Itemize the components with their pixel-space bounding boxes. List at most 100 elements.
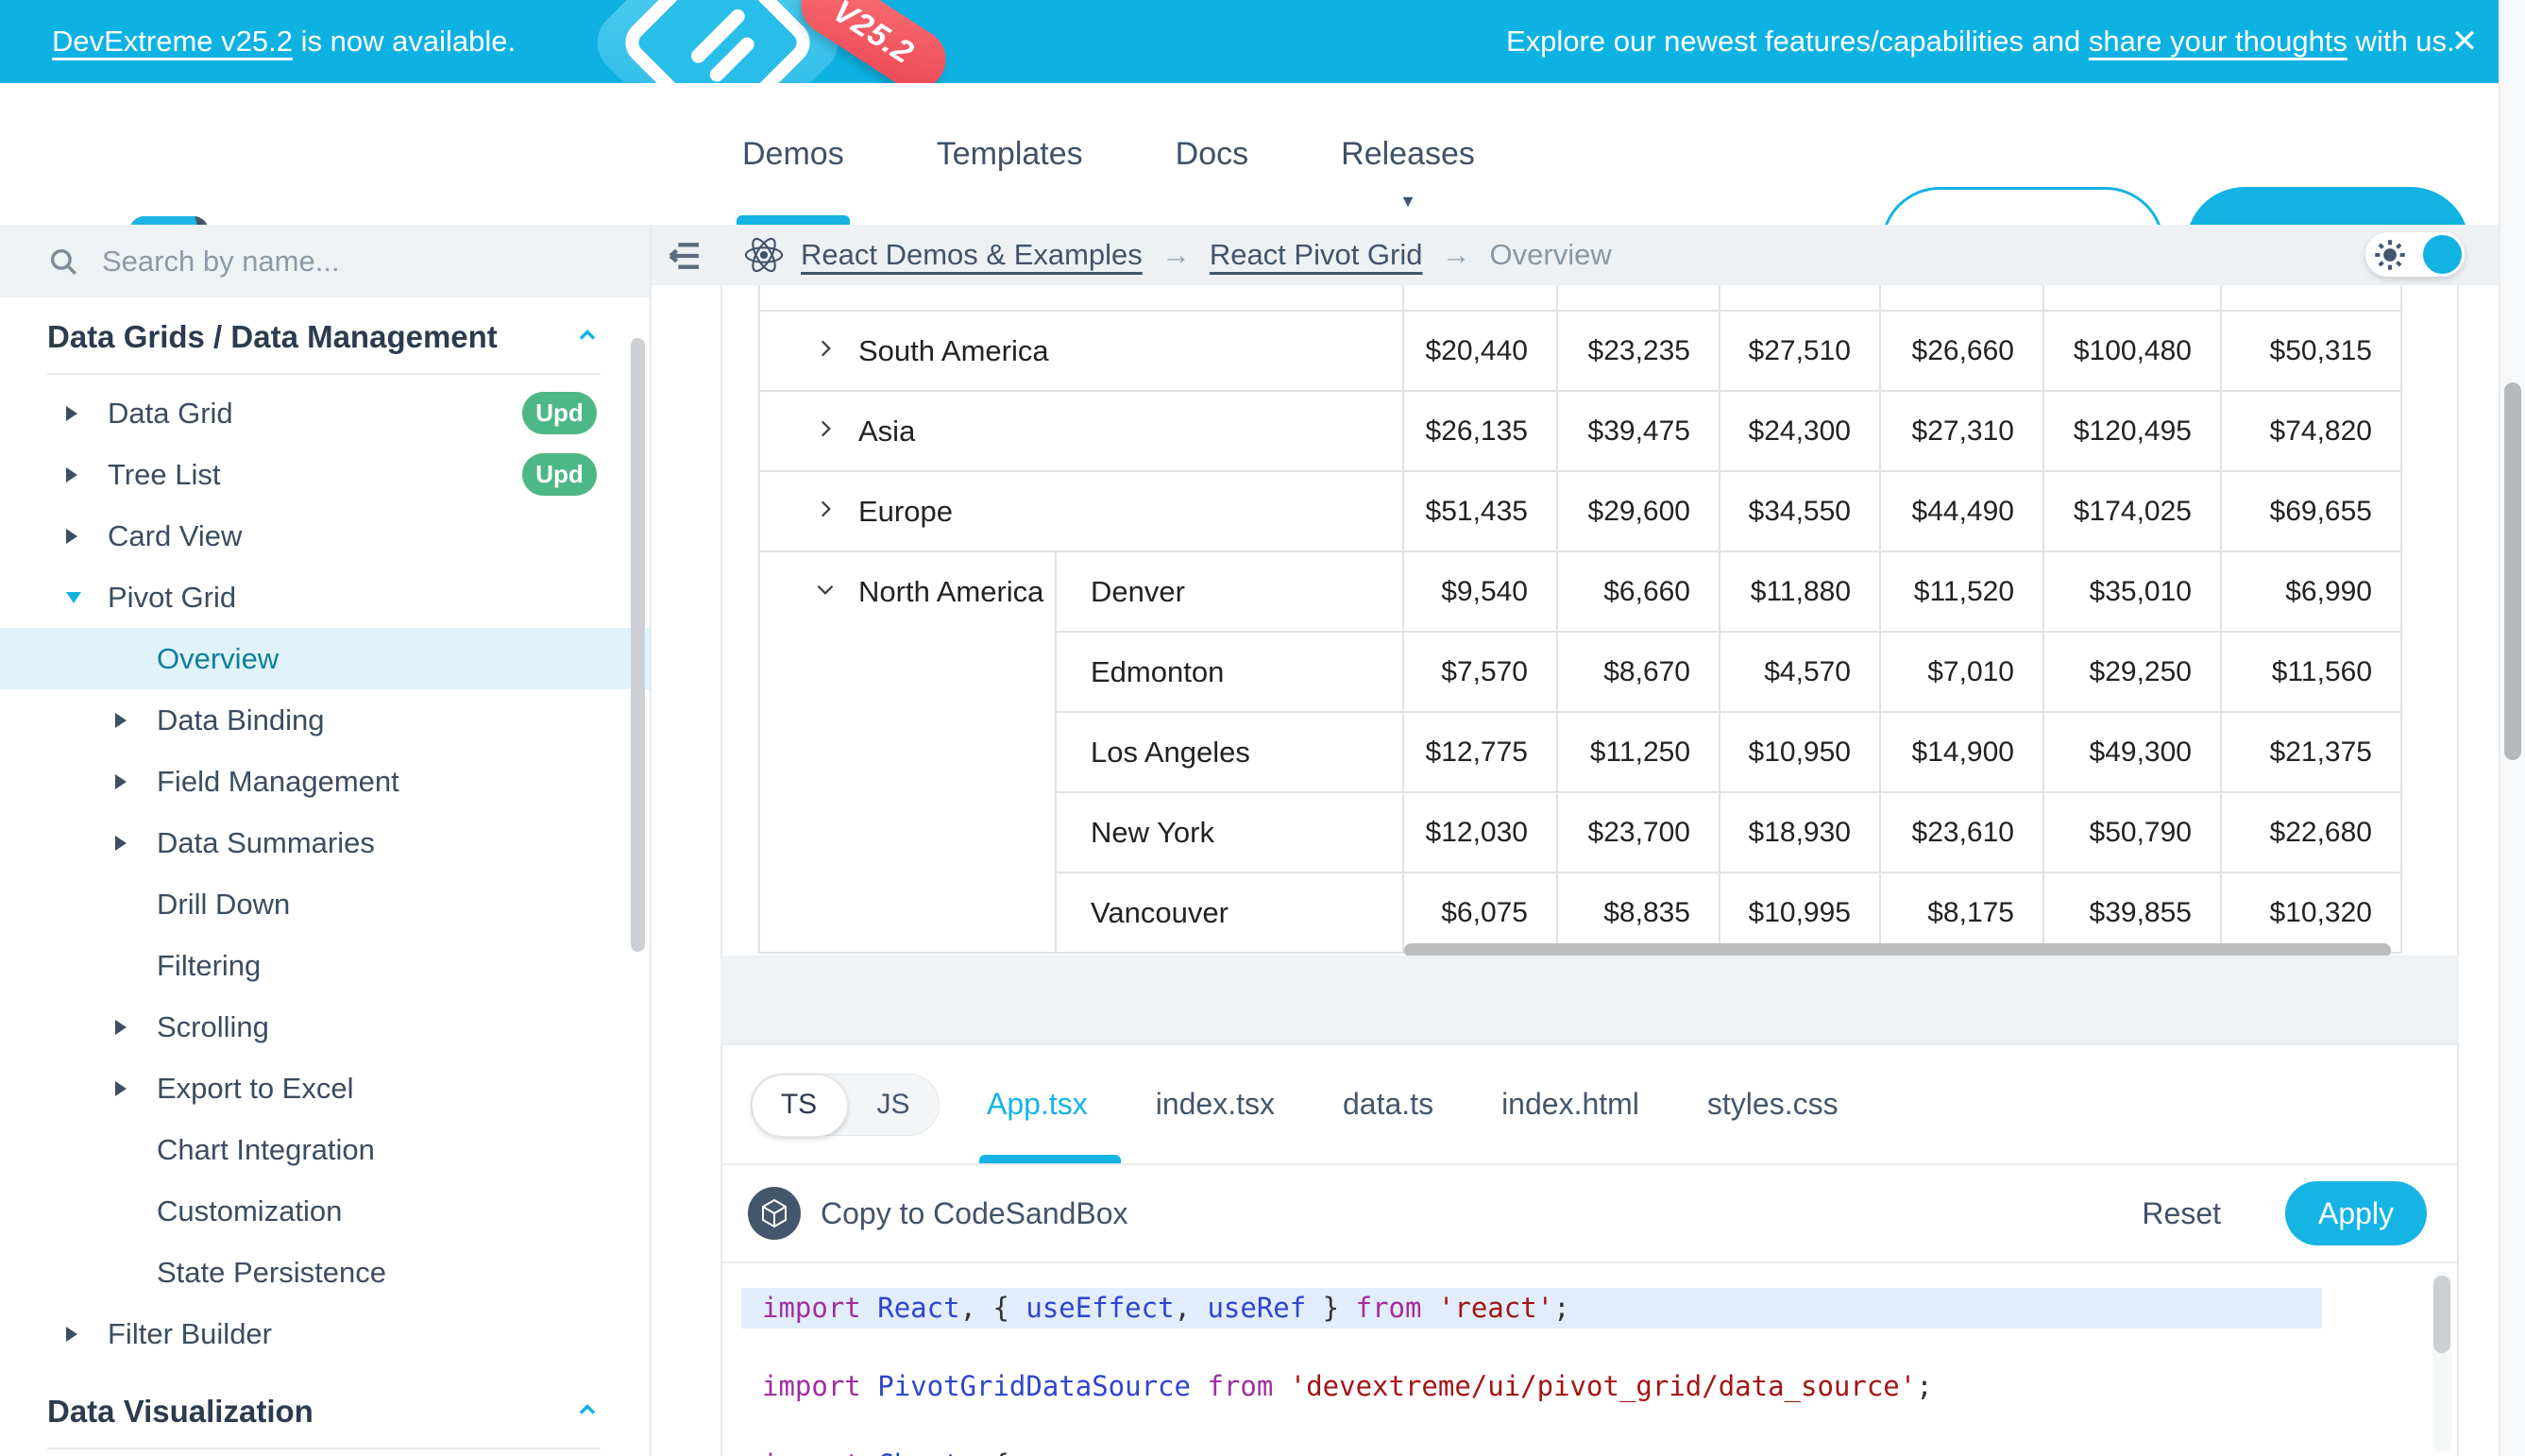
pivot-value-cell: $4,570: [1720, 632, 1880, 712]
code-editor[interactable]: import React, { useEffect, useRef } from…: [722, 1263, 2457, 1456]
pivot-value-cell: $26,135: [1403, 391, 1557, 471]
pivot-value-cell: $29,250: [2043, 632, 2221, 712]
pivot-value-cell: $35,010: [2043, 551, 2221, 632]
copy-to-codesandbox-button[interactable]: Copy to CodeSandBox: [821, 1165, 1128, 1261]
nav-item-demos[interactable]: Demos: [737, 83, 850, 225]
tab-styles-css[interactable]: styles.css: [1707, 1087, 1839, 1122]
tab-data-ts[interactable]: data.ts: [1343, 1087, 1433, 1122]
apply-button[interactable]: Apply: [2285, 1181, 2427, 1245]
sidebar-item-filtering[interactable]: Filtering: [0, 935, 650, 996]
sidebar-item-pivot-grid[interactable]: Pivot Grid: [0, 567, 650, 628]
pivot-cell: [2043, 285, 2221, 311]
share-your-thoughts-link[interactable]: share your thoughts: [2089, 25, 2347, 59]
codesandbox-icon[interactable]: [748, 1187, 801, 1240]
chevron-right-icon: [113, 1018, 142, 1037]
sidebar-item-data-summaries[interactable]: Data Summaries: [0, 812, 650, 873]
code-tabs-row: TS JS App.tsx index.tsx data.ts index.html s…: [722, 1045, 2457, 1165]
nav-item-label: Demos: [742, 136, 844, 173]
sidebar-item-data-binding[interactable]: Data Binding: [0, 689, 650, 751]
sidebar-item-export-to-excel[interactable]: Export to Excel: [0, 1058, 650, 1119]
pivot-value-cell: $50,315: [2221, 311, 2401, 391]
sidebar-item-drill-down[interactable]: Drill Down: [0, 873, 650, 935]
pivot-value-cell: $8,670: [1557, 632, 1720, 712]
breadcrumb-demos-link[interactable]: React Demos & Examples: [801, 238, 1143, 272]
pivot-value-cell: $27,310: [1880, 391, 2043, 471]
pivot-value-cell: $18,930: [1720, 792, 1880, 872]
region-label: Europe: [858, 495, 953, 529]
pivot-value-cell: $11,250: [1557, 712, 1720, 792]
banner-release-link[interactable]: DevExtreme v25.2: [52, 25, 293, 59]
sidebar-item-state-persistence[interactable]: State Persistence: [0, 1242, 650, 1303]
react-icon: [742, 233, 786, 277]
collapse-sidebar-icon[interactable]: [666, 238, 703, 274]
nav-item-releases[interactable]: Releases▼: [1335, 83, 1481, 225]
pivot-value-cell: $51,435: [1403, 471, 1557, 551]
sidebar-item-data-grid[interactable]: Data GridUpd: [0, 382, 650, 444]
reset-button[interactable]: Reset: [2142, 1165, 2221, 1261]
code-line-3: import Chart, {: [762, 1445, 2457, 1456]
sidebar-item-chart-integration[interactable]: Chart Integration: [0, 1119, 650, 1180]
page-scrollbar-thumb[interactable]: [2504, 382, 2521, 760]
pivot-value-cell: $174,025: [2043, 471, 2221, 551]
language-option-js[interactable]: JS: [846, 1075, 941, 1135]
tab-index-tsx[interactable]: index.tsx: [1156, 1087, 1275, 1122]
chevron-right-icon: [113, 772, 142, 791]
pivot-city-header: Edmonton: [1056, 632, 1403, 712]
code-panel: TS JS App.tsx index.tsx data.ts index.html s…: [720, 1043, 2459, 1456]
pivot-region-header[interactable]: North America: [759, 551, 1056, 953]
breadcrumb-current: Overview: [1490, 238, 1612, 272]
sidebar-item-customization[interactable]: Customization: [0, 1180, 650, 1242]
sidebar-item-tree-list[interactable]: Tree ListUpd: [0, 444, 650, 505]
chevron-up-icon[interactable]: [574, 322, 601, 353]
pivot-value-cell: $22,680: [2221, 792, 2401, 872]
pivot-region-header[interactable]: Asia: [759, 391, 1403, 471]
sidebar-search: [0, 225, 650, 297]
updated-badge: Upd: [522, 453, 597, 496]
sidebar-item-label: Customization: [157, 1194, 342, 1228]
sidebar-item-filter-builder[interactable]: Filter Builder: [0, 1303, 650, 1364]
sidebar-item-card-view[interactable]: Card View: [0, 505, 650, 567]
search-input[interactable]: [100, 244, 557, 279]
tab-app-tsx[interactable]: App.tsx: [987, 1087, 1088, 1122]
pivot-cell: [1720, 285, 1880, 311]
region-label: Asia: [858, 415, 915, 449]
sidebar-item-field-management[interactable]: Field Management: [0, 751, 650, 812]
expand-chevron-icon: [813, 334, 838, 368]
main-content: React Demos & Examples → React Pivot Gri…: [652, 225, 2499, 1456]
sidebar-item-label: Pivot Grid: [108, 581, 236, 615]
pivot-value-cell: $39,855: [2043, 872, 2221, 953]
pivot-value-cell: $29,600: [1557, 471, 1720, 551]
pivot-region-header[interactable]: Europe: [759, 471, 1403, 551]
pivot-value-cell: $12,775: [1403, 712, 1557, 792]
banner-release-text: DevExtreme v25.2 is now available.: [52, 0, 516, 83]
pivot-value-cell: $6,660: [1557, 551, 1720, 632]
banner-close-icon[interactable]: ✕: [2436, 0, 2493, 83]
language-option-ts[interactable]: TS: [752, 1075, 846, 1135]
pivot-region-row: Europe$51,435$29,600$34,550$44,490$174,0…: [759, 471, 2401, 551]
nav-item-docs[interactable]: Docs: [1170, 83, 1254, 225]
theme-toggle-knob[interactable]: [2423, 235, 2462, 274]
pivot-value-cell: $100,480: [2043, 311, 2221, 391]
sidebar-item-scrolling[interactable]: Scrolling: [0, 996, 650, 1058]
breadcrumb-pivot-grid-link[interactable]: React Pivot Grid: [1210, 238, 1423, 272]
light-theme-sun-icon: [2373, 238, 2407, 272]
pivot-value-cell: $74,820: [2221, 391, 2401, 471]
pivot-region-header[interactable]: South America: [759, 311, 1403, 391]
sidebar-item-overview[interactable]: Overview: [0, 628, 650, 689]
tab-index-html[interactable]: index.html: [1501, 1087, 1639, 1122]
code-scrollbar-thumb[interactable]: [2433, 1276, 2450, 1353]
app-header: JS DevExtreme by DevExpress React ▼ Demo…: [0, 83, 2499, 227]
sidebar-nav-list: Data Grids / Data ManagementData GridUpd…: [0, 297, 650, 1449]
nav-item-templates[interactable]: Templates: [931, 83, 1089, 225]
breadcrumb-toolbar: React Demos & Examples → React Pivot Gri…: [652, 225, 2499, 285]
theme-toggle[interactable]: [2365, 232, 2465, 277]
chevron-up-icon[interactable]: [574, 1397, 601, 1428]
sidebar-scrollbar[interactable]: [631, 338, 645, 952]
pivot-value-cell: $10,950: [1720, 712, 1880, 792]
pivot-value-cell: $10,320: [2221, 872, 2401, 953]
pivot-row-partial: [759, 285, 2401, 311]
sidebar-item-label: Chart Integration: [157, 1133, 375, 1167]
language-toggle[interactable]: TS JS: [751, 1074, 940, 1136]
sidebar-divider: [47, 373, 601, 375]
sidebar-item-label: Data Grid: [108, 397, 233, 431]
